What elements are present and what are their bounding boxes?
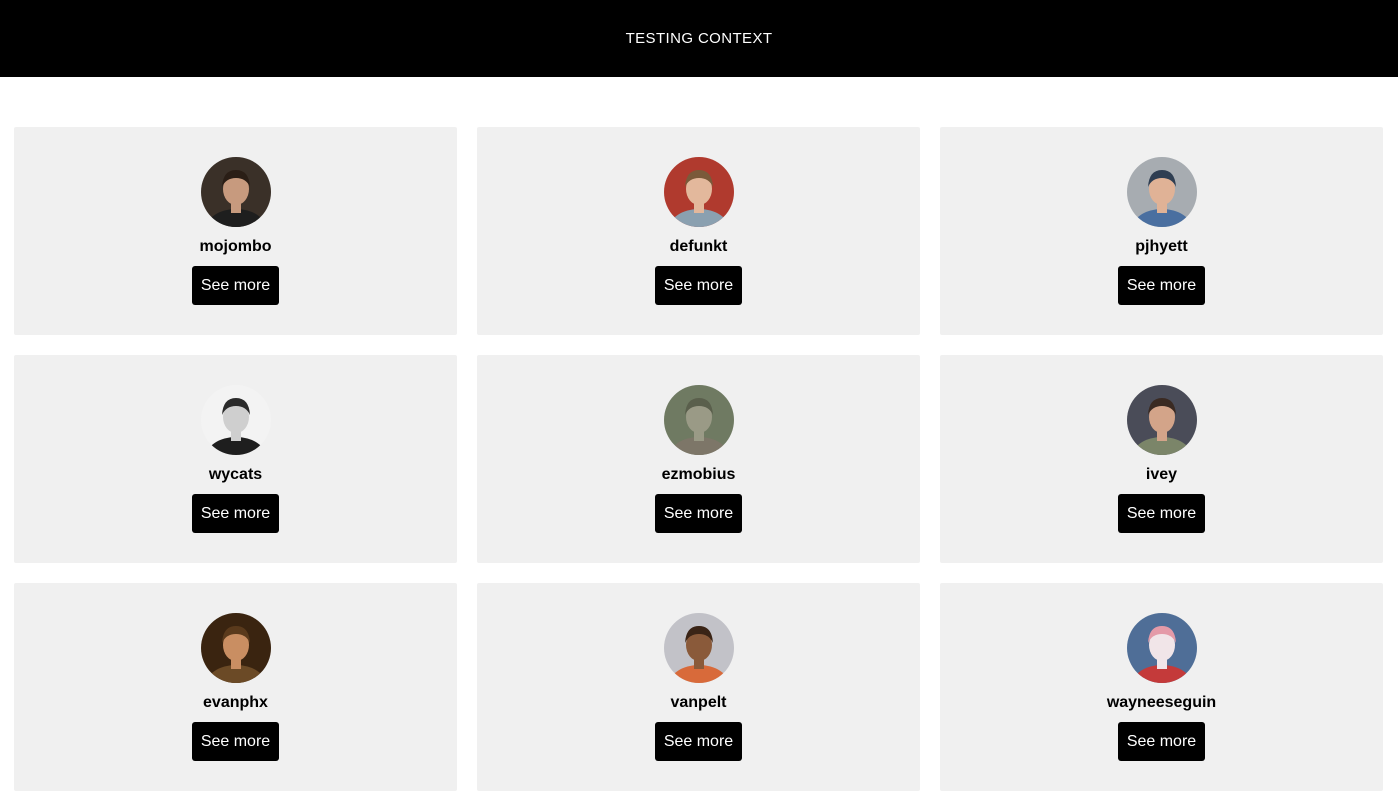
username: ezmobius <box>661 466 736 483</box>
username: ivey <box>1145 466 1178 483</box>
avatar <box>1126 613 1197 683</box>
avatar <box>663 157 734 227</box>
user-card: ivey See more <box>940 355 1383 563</box>
see-more-button[interactable]: See more <box>1118 722 1205 761</box>
see-more-button[interactable]: See more <box>192 722 279 761</box>
username: mojombo <box>199 238 272 255</box>
user-card: pjhyett See more <box>940 127 1383 335</box>
avatar <box>200 385 271 455</box>
avatar <box>200 157 271 227</box>
username: pjhyett <box>1135 238 1188 255</box>
user-card: ezmobius See more <box>477 355 920 563</box>
see-more-button[interactable]: See more <box>1118 494 1205 533</box>
user-card: wayneeseguin See more <box>940 583 1383 791</box>
app-header: TESTING CONTEXT <box>0 0 1398 77</box>
see-more-button[interactable]: See more <box>192 494 279 533</box>
user-card: wycats See more <box>14 355 457 563</box>
see-more-button[interactable]: See more <box>655 722 742 761</box>
see-more-button[interactable]: See more <box>655 494 742 533</box>
avatar <box>663 385 734 455</box>
avatar <box>1126 157 1197 227</box>
header-title: TESTING CONTEXT <box>625 30 773 47</box>
see-more-button[interactable]: See more <box>192 266 279 305</box>
username: wycats <box>208 466 263 483</box>
user-card: mojombo See more <box>14 127 457 335</box>
user-card-grid: mojombo See more defunkt See more pjhyet… <box>14 127 1383 791</box>
avatar <box>663 613 734 683</box>
username: defunkt <box>669 238 728 255</box>
username: vanpelt <box>670 694 727 711</box>
see-more-button[interactable]: See more <box>1118 266 1205 305</box>
user-card: defunkt See more <box>477 127 920 335</box>
avatar <box>1126 385 1197 455</box>
avatar <box>200 613 271 683</box>
user-card: vanpelt See more <box>477 583 920 791</box>
username: evanphx <box>203 694 268 711</box>
username: wayneeseguin <box>1106 694 1217 711</box>
see-more-button[interactable]: See more <box>655 266 742 305</box>
user-card: evanphx See more <box>14 583 457 791</box>
